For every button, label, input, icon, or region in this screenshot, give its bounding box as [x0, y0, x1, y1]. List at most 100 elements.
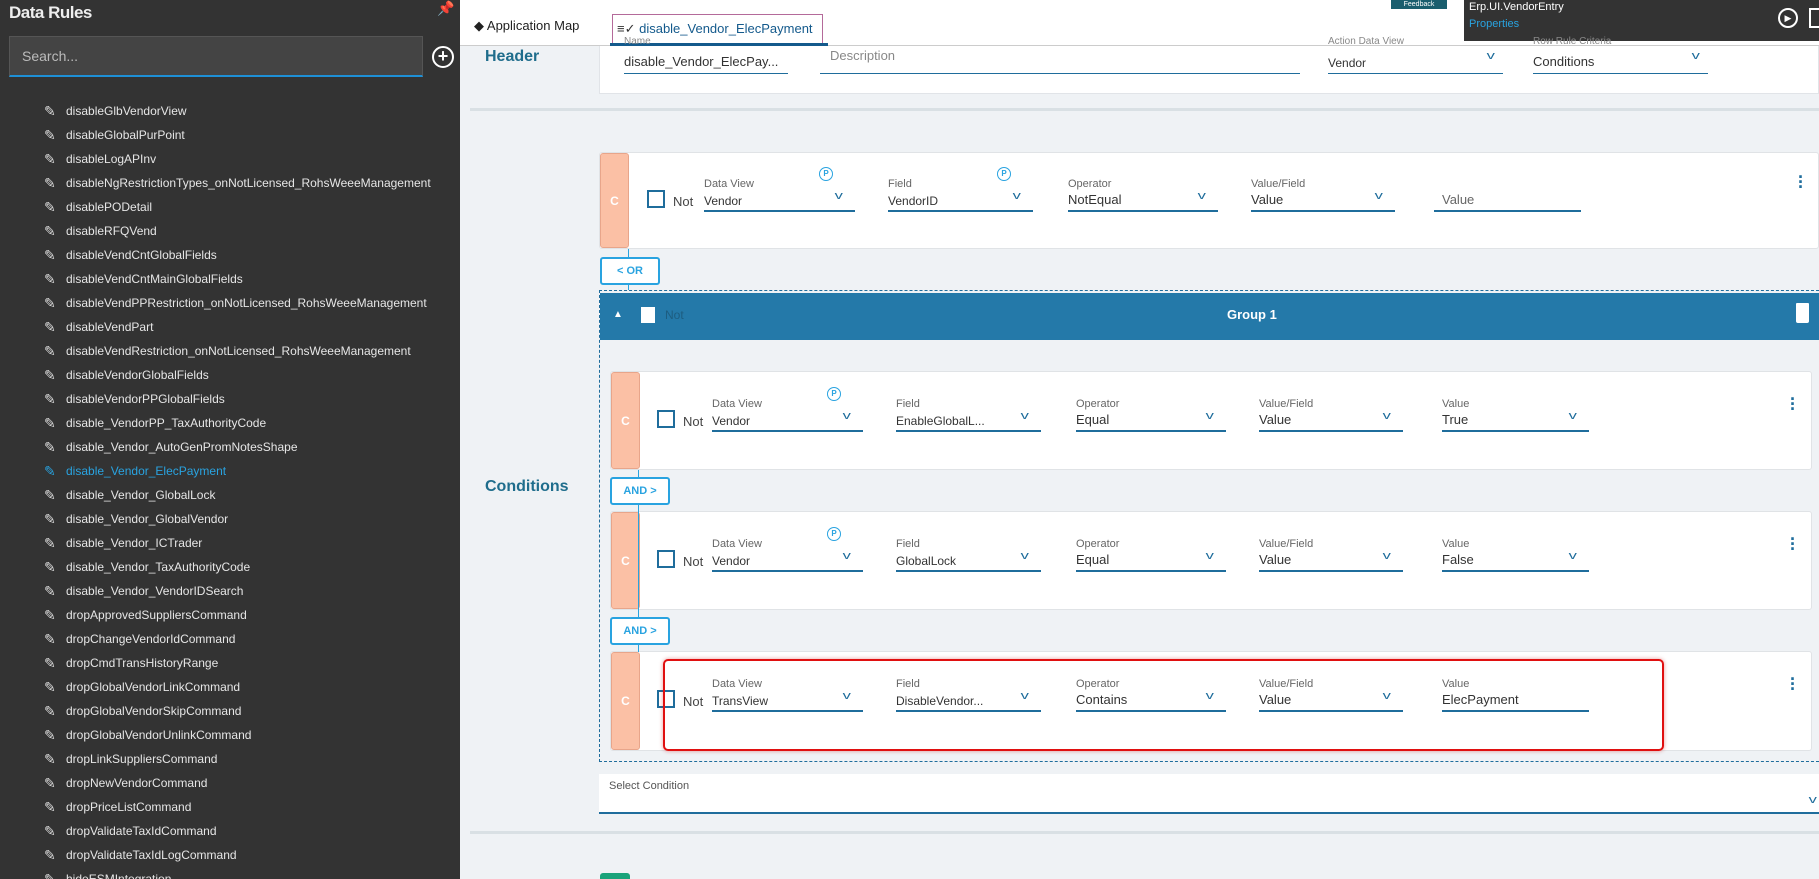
rule-list-item[interactable]: ✎ dropPriceListCommand	[44, 795, 431, 819]
not-checkbox[interactable]	[647, 189, 665, 208]
more-options-icon[interactable]: · · ·	[1790, 670, 1796, 698]
data-view-select[interactable]: Data View Vendor v	[704, 178, 855, 212]
rule-list-item[interactable]: ✎ disable_Vendor_GlobalVendor	[44, 507, 431, 531]
value-field-value: Value	[1259, 551, 1292, 567]
not-checkbox[interactable]	[657, 549, 675, 568]
value-select[interactable]: Value False v	[1442, 537, 1589, 572]
rule-list-item[interactable]: ✎ disable_Vendor_ICTrader	[44, 531, 431, 555]
pencil-icon: ✎	[44, 222, 56, 239]
value-field-select[interactable]: Value/Field Value v	[1251, 178, 1395, 212]
field-select[interactable]: Field GlobalLock v	[896, 538, 1041, 572]
rule-list-item[interactable]: ✎ dropLinkSuppliersCommand	[44, 747, 431, 771]
action-data-view-select[interactable]: Action Data View Vendor v	[1328, 36, 1503, 74]
group-not-checkbox[interactable]	[641, 307, 655, 323]
data-view-select[interactable]: Data View Vendor v	[712, 398, 863, 432]
rule-list-item[interactable]: ✎ dropNewVendorCommand	[44, 771, 431, 795]
more-options-icon[interactable]: · · ·	[1790, 390, 1796, 418]
value-input[interactable]: Value	[1434, 180, 1581, 212]
rule-list-item[interactable]: ✎ dropGlobalVendorUnlinkCommand	[44, 723, 431, 747]
criteria-value: Conditions	[1533, 54, 1595, 69]
select-condition-dropdown[interactable]: Select Condition v	[599, 774, 1819, 814]
rule-list-item[interactable]: ✎ disableVendCntGlobalFields	[44, 243, 431, 267]
condition-badge[interactable]: C	[611, 372, 640, 469]
field-select[interactable]: Field EnableGlobalL... v	[896, 397, 1041, 432]
rule-list-item[interactable]: ✎ disableNgRestrictionTypes_onNotLicensed…	[44, 171, 431, 195]
add-rule-button[interactable]: +	[432, 46, 454, 68]
document-icon[interactable]	[1809, 8, 1819, 28]
rule-list-item[interactable]: ✎ disable_Vendor_ElecPayment	[44, 459, 431, 483]
value-label: Value	[1442, 537, 1470, 550]
rule-list-item[interactable]: ✎ disableVendRestriction_onNotLicensed_Ro…	[44, 339, 431, 363]
rule-list-item[interactable]: ✎ disablePODetail	[44, 195, 431, 219]
rule-list-item[interactable]: ✎ disable_Vendor_AutoGenPromNotesShape	[44, 435, 431, 459]
action-data-view-label: Action Data View	[1328, 36, 1404, 47]
condition-badge[interactable]: C	[611, 512, 640, 609]
rule-name: disableVendorGlobalFields	[66, 368, 209, 382]
rule-list-item[interactable]: ✎ dropGlobalVendorLinkCommand	[44, 675, 431, 699]
and-toggle-button[interactable]: AND >	[610, 617, 670, 645]
not-checkbox[interactable]	[657, 409, 675, 428]
rule-list-item[interactable]: ✎ hideESMIntegration	[44, 867, 431, 879]
rule-list-item[interactable]: ✎ disable_Vendor_VendorIDSearch	[44, 579, 431, 603]
condition-row: C Not Data View Vendor v P Field VendorID v P Oper…	[599, 152, 1819, 249]
rule-list: ✎ disableGlbVendorView ✎ disableGlobalPurPo…	[44, 99, 431, 879]
rule-list-item[interactable]: ✎ dropChangeVendorIdCommand	[44, 627, 431, 651]
name-field[interactable]: Name disable_Vendor_ElecPay...	[624, 36, 788, 74]
operator-select[interactable]: Operator NotEqual v	[1068, 178, 1218, 212]
search-input[interactable]	[9, 36, 423, 77]
rule-list-item[interactable]: ✎ dropCmdTransHistoryRange	[44, 651, 431, 675]
rule-list-item[interactable]: ✎ disableVendPart	[44, 315, 431, 339]
value-field-select[interactable]: Value/Field Value v	[1259, 398, 1403, 432]
rule-list-item[interactable]: ✎ dropGlobalVendorSkipCommand	[44, 699, 431, 723]
field-select[interactable]: Field VendorID v	[888, 178, 1033, 212]
condition-badge[interactable]: C	[611, 652, 640, 750]
rule-list-item[interactable]: ✎ dropValidateTaxIdCommand	[44, 819, 431, 843]
rule-list-item[interactable]: ✎ dropValidateTaxIdLogCommand	[44, 843, 431, 867]
rule-list-item[interactable]: ✎ disableGlbVendorView	[44, 99, 431, 123]
rule-name: disable_Vendor_GlobalVendor	[66, 512, 229, 526]
rule-list-item[interactable]: ✎ disable_Vendor_GlobalLock	[44, 483, 431, 507]
tab-application-map[interactable]: ◆ Application Map	[474, 18, 579, 34]
rule-list-item[interactable]: ✎ disableVendorGlobalFields	[44, 363, 431, 387]
trash-icon[interactable]	[1796, 303, 1809, 323]
data-view-select[interactable]: Data View Vendor v	[712, 538, 863, 572]
rule-list-item[interactable]: ✎ disableVendPPRestriction_onNotLicensed_…	[44, 291, 431, 315]
more-options-icon[interactable]: · · ·	[1790, 530, 1796, 558]
rule-name: dropGlobalVendorLinkCommand	[66, 680, 241, 694]
operator-select[interactable]: Operator Equal v	[1076, 398, 1226, 432]
rule-list-item[interactable]: ✎ disableVendCntMainGlobalFields	[44, 267, 431, 291]
chevron-down-icon: v	[1020, 409, 1029, 422]
rule-list-item[interactable]: ✎ disableRFQVend	[44, 219, 431, 243]
feedback-button[interactable]: Feedback	[1391, 0, 1447, 9]
value-select[interactable]: Value True v	[1442, 398, 1589, 432]
not-label: Not	[683, 553, 704, 569]
row-rule-criteria-select[interactable]: Row Rule Criteria Conditions v	[1533, 36, 1708, 74]
operator-select[interactable]: Operator Equal v	[1076, 538, 1226, 572]
rule-list-item[interactable]: ✎ disableGlobalPurPoint	[44, 123, 431, 147]
play-icon[interactable]: ▶	[1778, 8, 1798, 28]
parameter-icon[interactable]: P	[997, 166, 1011, 181]
tab-label: disable_Vendor_ElecPayment	[639, 21, 813, 36]
pencil-icon: ✎	[44, 534, 56, 551]
properties-link[interactable]: Properties	[1469, 18, 1519, 30]
and-toggle-button[interactable]: AND >	[610, 477, 670, 505]
rule-list-item[interactable]: ✎ disableLogAPInv	[44, 147, 431, 171]
condition-badge[interactable]: C	[600, 153, 629, 248]
rule-list-item[interactable]: ✎ disableVendorPPGlobalFields	[44, 387, 431, 411]
condition-row: C Not Data View Vendor v P Field EnableGlobalL.…	[610, 371, 1812, 470]
parameter-icon[interactable]: P	[819, 166, 833, 181]
data-view-value: Vendor	[704, 193, 743, 208]
rule-list-item[interactable]: ✎ disable_Vendor_TaxAuthorityCode	[44, 555, 431, 579]
rule-list-item[interactable]: ✎ disable_VendorPP_TaxAuthorityCode	[44, 411, 431, 435]
or-toggle-button[interactable]: < OR	[600, 257, 660, 285]
pencil-icon: ✎	[44, 630, 56, 647]
more-options-icon[interactable]: · · ·	[1798, 168, 1804, 196]
rule-list-item[interactable]: ✎ dropApprovedSuppliersCommand	[44, 603, 431, 627]
pin-icon[interactable]: 📌	[437, 0, 454, 17]
description-field[interactable]: Description	[820, 46, 1300, 74]
parameter-icon[interactable]: P	[827, 526, 841, 541]
collapse-icon[interactable]: ▲	[613, 309, 623, 320]
parameter-icon[interactable]: P	[827, 386, 841, 401]
field-label: Field	[896, 397, 920, 410]
value-field-select[interactable]: Value/Field Value v	[1259, 538, 1403, 572]
